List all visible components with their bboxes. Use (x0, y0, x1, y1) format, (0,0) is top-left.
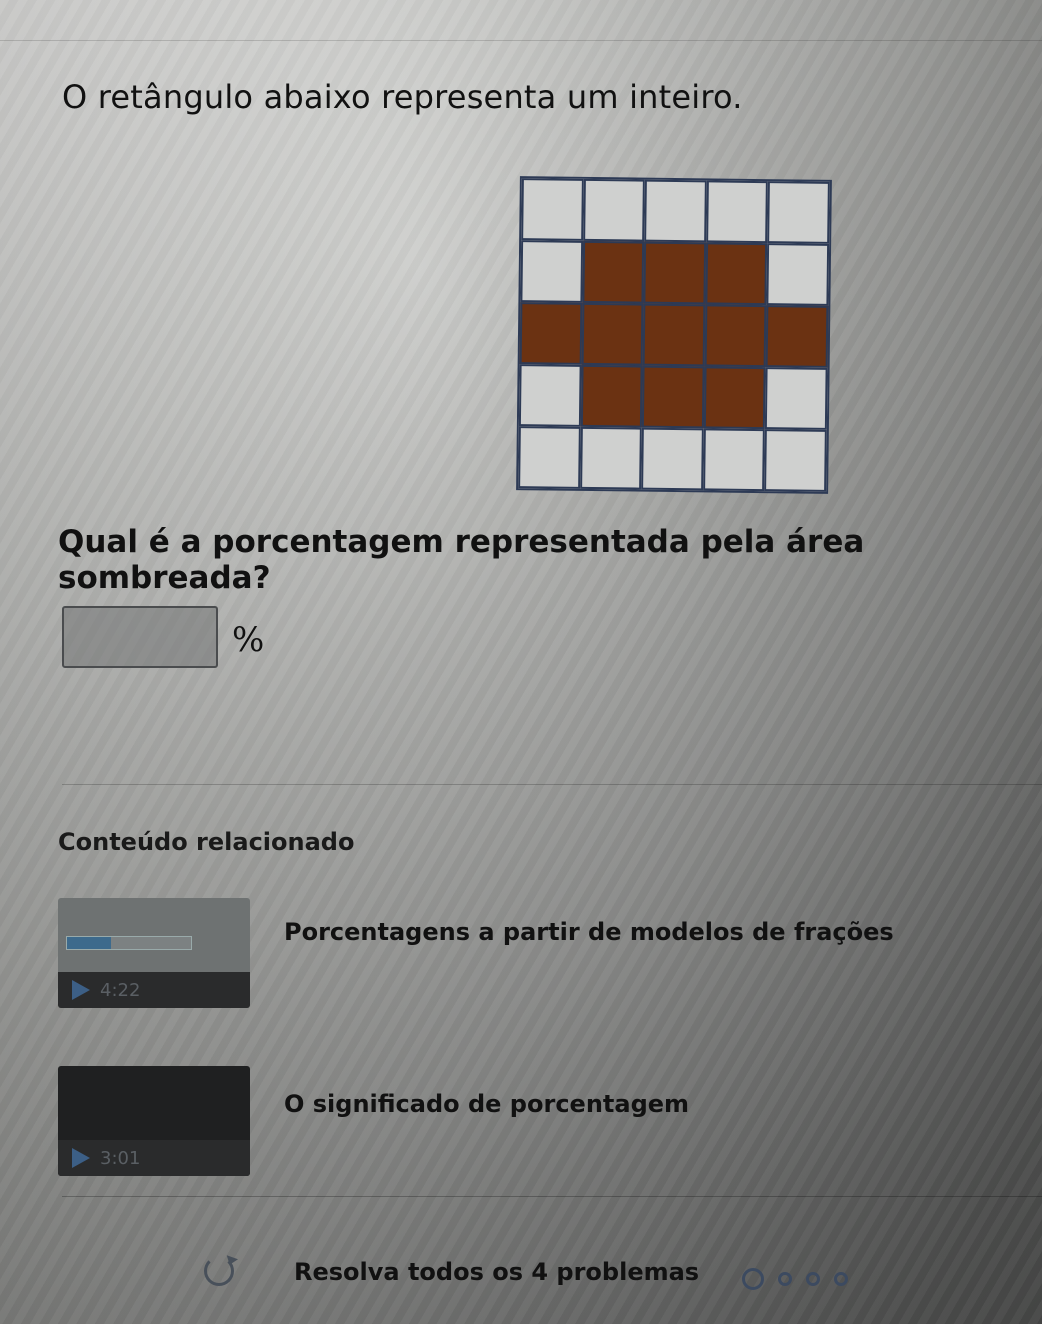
grid-cell-shaded (643, 241, 706, 305)
progress-dots (742, 1268, 848, 1290)
grid-cell-shaded (642, 365, 705, 429)
fraction-grid (516, 176, 832, 494)
grid-cell-empty (765, 367, 828, 430)
grid-cell-shaded (703, 366, 767, 430)
problem-prompt: O retângulo abaixo representa um inteiro… (62, 78, 743, 116)
grid-cell-empty (644, 179, 707, 243)
top-divider (0, 40, 1042, 41)
grid-cell-empty (764, 429, 827, 492)
grid-cell-empty (767, 181, 830, 244)
percent-unit: % (232, 620, 265, 660)
grid-cell-shaded (766, 305, 829, 368)
progress-status-row: Resolva todos os 4 problemas (0, 1250, 1042, 1300)
video-duration: 4:22 (100, 979, 141, 1001)
video-thumbnail[interactable]: 4:22 (58, 898, 250, 1008)
grid-cell-shaded (519, 302, 582, 365)
grid-cell-empty (705, 180, 769, 244)
grid-cell-empty (518, 364, 582, 427)
video-duration-bar: 4:22 (58, 972, 250, 1008)
grid-cell-shaded (642, 303, 706, 367)
video-thumbnail[interactable]: 3:01 (58, 1066, 250, 1176)
play-icon (72, 1148, 90, 1168)
video-title-link[interactable]: Porcentagens a partir de modelos de fraç… (284, 918, 894, 946)
grid-cell-empty (641, 427, 704, 491)
grid-cell-shaded (581, 240, 645, 304)
thumbnail-fraction-bar (66, 936, 192, 950)
grid-cell-empty (579, 426, 643, 490)
play-icon (72, 980, 90, 1000)
video-duration-bar: 3:01 (58, 1140, 250, 1176)
video-title-link[interactable]: O significado de porcentagem (284, 1090, 689, 1118)
footer-divider (62, 1196, 1042, 1197)
grid-cell-empty (582, 178, 646, 242)
grid-cell-shaded (704, 304, 767, 368)
progress-dot (806, 1272, 820, 1286)
related-video-card[interactable]: 3:01 O significado de porcentagem (58, 1066, 928, 1176)
grid-cell-empty (518, 426, 581, 489)
progress-dot-current (742, 1268, 764, 1290)
progress-dot (778, 1272, 792, 1286)
grid-cell-empty (521, 178, 584, 241)
problem-question: Qual é a porcentagem representada pela á… (58, 524, 865, 596)
grid-cell-shaded (581, 302, 644, 366)
answer-input[interactable] (62, 606, 218, 668)
refresh-icon (204, 1256, 234, 1286)
grid-cell-empty (766, 243, 830, 306)
related-content-heading: Conteúdo relacionado (58, 828, 355, 856)
related-video-card[interactable]: 4:22 Porcentagens a partir de modelos de… (58, 898, 928, 1008)
video-duration: 3:01 (100, 1147, 141, 1169)
grid-cell-shaded (580, 364, 643, 428)
grid-cell-shaded (705, 242, 768, 306)
progress-status-text: Resolva todos os 4 problemas (294, 1258, 700, 1286)
grid-cell-empty (520, 240, 583, 303)
grid-cell-empty (702, 428, 766, 492)
section-divider (62, 784, 1042, 785)
progress-dot (834, 1272, 848, 1286)
